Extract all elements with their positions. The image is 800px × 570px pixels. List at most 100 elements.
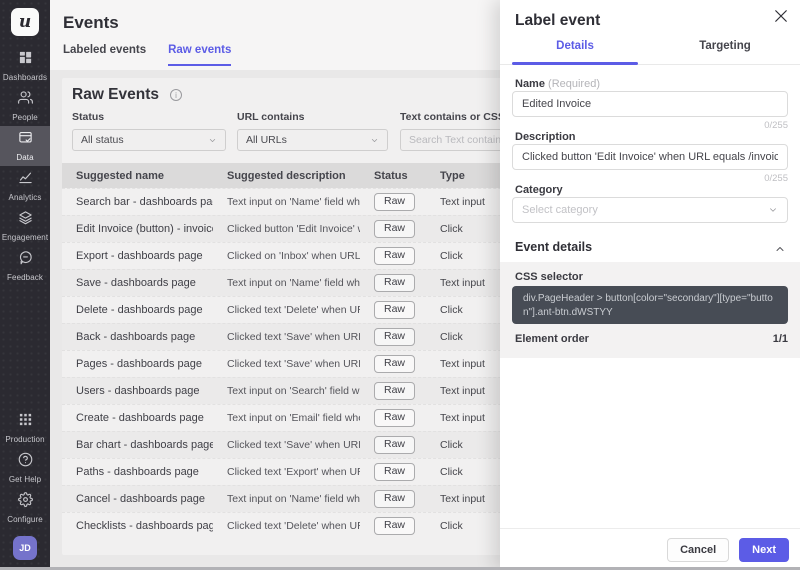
dashboards-icon	[18, 50, 33, 70]
status-badge: Raw	[374, 490, 415, 509]
description-counter: 0/255	[764, 173, 788, 184]
event-suggested-description: Clicked text 'Save' when URL eq...	[213, 331, 360, 343]
chevron-up-icon[interactable]	[774, 242, 786, 254]
sidebar-item-get-help[interactable]: Get Help	[0, 448, 50, 488]
raw-events-title: Raw Events	[72, 86, 159, 104]
event-type: Text input	[426, 196, 485, 208]
tab-details[interactable]: Details	[500, 40, 650, 64]
status-badge: Raw	[374, 463, 415, 482]
configure-icon	[18, 492, 33, 512]
url-filter-select[interactable]: All URLs	[237, 129, 388, 151]
engagement-icon	[18, 210, 33, 230]
status-badge: Raw	[374, 328, 415, 347]
tab-targeting[interactable]: Targeting	[650, 40, 800, 64]
category-select[interactable]: Select category	[512, 197, 788, 223]
event-suggested-description: Clicked text 'Delete' when URL e...	[213, 520, 360, 532]
event-suggested-name: Save - dashboards page	[62, 277, 213, 289]
status-filter-select[interactable]: All status	[72, 129, 226, 151]
description-field[interactable]	[512, 144, 788, 170]
chevron-down-icon	[370, 136, 379, 145]
status-badge: Raw	[374, 247, 415, 266]
events-tabs: Labeled events Raw events	[63, 44, 231, 66]
event-suggested-description: Text input on 'Name' field when...	[213, 493, 360, 505]
event-suggested-name: Bar chart - dashboards page	[62, 439, 213, 451]
event-suggested-name: Export - dashboards page	[62, 250, 213, 262]
event-type: Click	[426, 466, 463, 478]
event-details-section: CSS selector div.PageHeader > button[col…	[500, 262, 800, 358]
css-selector-code: div.PageHeader > button[color="secondary…	[512, 286, 788, 324]
sidebar-item-analytics[interactable]: Analytics	[0, 166, 50, 206]
event-suggested-name: Create - dashboards page	[62, 412, 213, 424]
event-suggested-description: Clicked on 'Inbox' when URL eq...	[213, 250, 360, 262]
event-suggested-name: Cancel - dashboards page	[62, 493, 213, 505]
status-badge: Raw	[374, 517, 415, 536]
event-suggested-name: Checklists - dashboards page	[62, 520, 213, 532]
chevron-down-icon	[208, 136, 217, 145]
sidebar-nav-top: Dashboards People Data Analytics Engagem…	[0, 46, 50, 286]
event-type: Click	[426, 439, 463, 451]
sidebar-item-configure[interactable]: Configure	[0, 488, 50, 528]
event-type: Text input	[426, 358, 485, 370]
sidebar-item-feedback[interactable]: Feedback	[0, 246, 50, 286]
event-suggested-name: Back - dashboards page	[62, 331, 213, 343]
event-suggested-description: Clicked button 'Edit Invoice' whe...	[213, 223, 360, 235]
info-icon[interactable]: i	[170, 89, 182, 101]
event-suggested-description: Clicked text 'Save' when URL eq...	[213, 358, 360, 370]
col-status: Status	[360, 170, 426, 182]
description-label: Description	[515, 131, 576, 143]
event-type: Click	[426, 520, 463, 532]
event-suggested-description: Text input on 'Name' field when...	[213, 277, 360, 289]
event-type: Click	[426, 304, 463, 316]
status-badge: Raw	[374, 220, 415, 239]
event-suggested-name: Users - dashboards page	[62, 385, 213, 397]
event-type: Text input	[426, 385, 485, 397]
event-type: Text input	[426, 412, 485, 424]
event-suggested-description: Text input on 'Name' field when...	[213, 196, 360, 208]
feedback-icon	[18, 250, 33, 270]
event-suggested-name: Paths - dashboards page	[62, 466, 213, 478]
cancel-button[interactable]: Cancel	[667, 538, 729, 562]
app-logo[interactable]: u	[11, 8, 39, 36]
event-suggested-description: Text input on 'Search' field whe...	[213, 385, 360, 397]
event-details-heading: Event details	[515, 240, 592, 254]
sidebar-item-dashboards[interactable]: Dashboards	[0, 46, 50, 86]
col-type: Type	[426, 170, 465, 182]
event-type: Click	[426, 331, 463, 343]
sidebar-nav-bottom: Production Get Help Configure	[0, 408, 50, 528]
sidebar-item-data[interactable]: Data	[0, 126, 50, 166]
event-suggested-name: Edit Invoice (button) - invoice page	[62, 223, 213, 235]
people-icon	[18, 90, 33, 110]
element-order-value: 1/1	[773, 333, 788, 345]
sidebar: u Dashboards People Data Analytics Engag…	[0, 0, 50, 570]
tab-labeled-events[interactable]: Labeled events	[63, 44, 146, 66]
category-label: Category	[515, 184, 563, 196]
status-badge: Raw	[374, 409, 415, 428]
sidebar-item-people[interactable]: People	[0, 86, 50, 126]
event-suggested-name: Search bar - dashboards page	[62, 196, 213, 208]
event-type: Text input	[426, 493, 485, 505]
name-label: Name (Required)	[515, 78, 600, 90]
close-icon[interactable]	[772, 7, 790, 25]
status-badge: Raw	[374, 355, 415, 374]
status-badge: Raw	[374, 193, 415, 212]
tab-raw-events[interactable]: Raw events	[168, 44, 231, 66]
required-hint: (Required)	[548, 78, 600, 90]
user-avatar[interactable]: JD	[13, 536, 37, 560]
event-suggested-name: Delete - dashboards page	[62, 304, 213, 316]
status-filter-value: All status	[81, 134, 124, 146]
category-placeholder: Select category	[522, 204, 598, 216]
name-field[interactable]	[512, 91, 788, 117]
page-title: Events	[63, 13, 119, 33]
status-badge: Raw	[374, 436, 415, 455]
analytics-icon	[18, 170, 33, 190]
data-icon	[18, 130, 33, 150]
sidebar-item-production[interactable]: Production	[0, 408, 50, 448]
sidebar-item-engagement[interactable]: Engagement	[0, 206, 50, 246]
status-badge: Raw	[374, 382, 415, 401]
event-type: Text input	[426, 277, 485, 289]
chevron-down-icon	[768, 205, 778, 215]
event-suggested-description: Clicked text 'Save' when URL eq...	[213, 439, 360, 451]
next-button[interactable]: Next	[739, 538, 789, 562]
get-help-icon	[18, 452, 33, 472]
element-order-label: Element order	[515, 333, 589, 345]
